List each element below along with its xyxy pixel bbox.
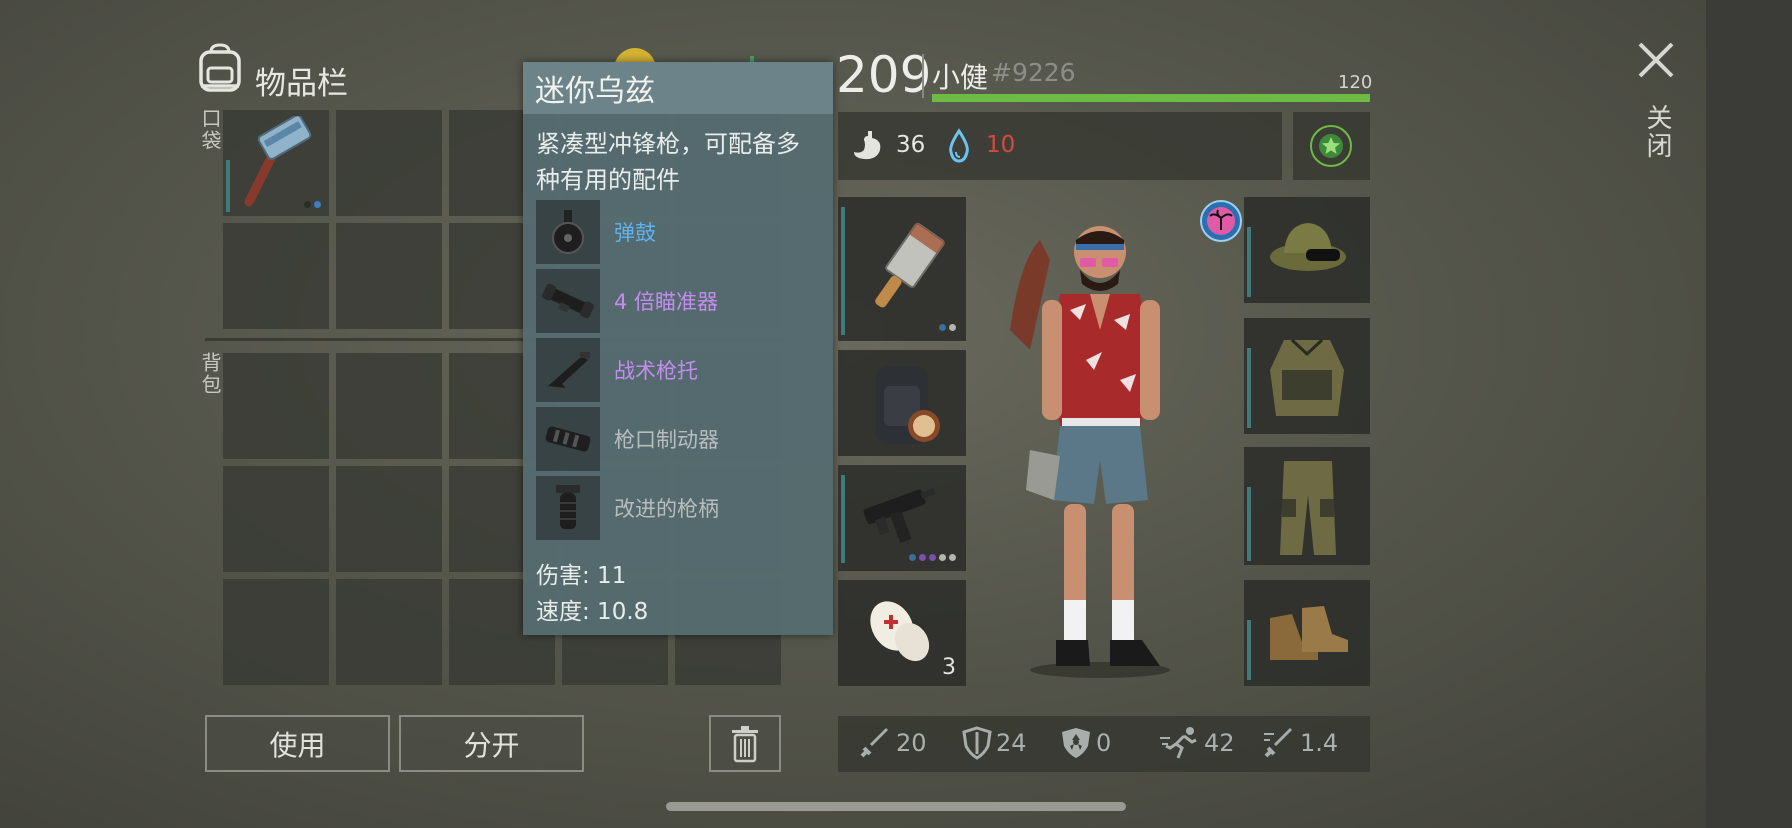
attack-speed-icon (1264, 728, 1292, 758)
close-label[interactable]: 关闭 (1639, 104, 1676, 160)
backpack-slot-2[interactable] (336, 353, 442, 459)
delete-button[interactable] (709, 715, 781, 772)
water-drop-icon (947, 128, 971, 164)
split-button[interactable]: 分开 (399, 715, 584, 772)
stat-attack-speed-value: 1.4 (1300, 729, 1339, 757)
camo-pants-icon (1280, 461, 1336, 555)
bandage-icon (870, 601, 930, 662)
use-button[interactable]: 使用 (205, 715, 390, 772)
health-bar-fill (932, 94, 1370, 102)
close-icon (1638, 42, 1674, 78)
stock-icon (536, 338, 600, 402)
sledgehammer-icon (244, 116, 312, 207)
pocket-label: 口袋 (198, 108, 222, 152)
radiation-shield-icon (1062, 728, 1090, 758)
player-tag: #9226 (991, 58, 1076, 87)
attachment-label-2: 4 倍瞄准器 (614, 290, 719, 314)
grip-icon (536, 476, 600, 540)
melee-weapon-slot[interactable] (838, 197, 966, 341)
attachment-row-2: 4 倍瞄准器 (536, 269, 718, 333)
attachment-label-5: 改进的枪柄 (614, 497, 719, 521)
hunger-value: 36 (896, 132, 926, 158)
scope-icon (536, 269, 600, 333)
star-icon (1310, 125, 1352, 167)
health-max: 120 (1338, 72, 1373, 93)
backpack-slot-6[interactable] (223, 466, 329, 572)
attachment-label-1: 弹鼓 (614, 221, 656, 245)
pocket-slot-7[interactable] (336, 223, 442, 329)
head-slot[interactable] (1244, 197, 1370, 303)
stat-attack-speed: 1.4 (1262, 726, 1338, 760)
drum-magazine-icon (536, 200, 600, 264)
shield-icon (962, 726, 992, 760)
health-bar (932, 94, 1370, 102)
player-name: 小健 (932, 61, 989, 94)
mini-uzi-icon (863, 488, 936, 544)
attachment-row-3: 战术枪托 (536, 338, 698, 402)
camo-jacket-icon (1270, 338, 1344, 416)
stat-defense: 24 (962, 726, 1027, 760)
ranged-weapon-slot[interactable] (838, 465, 966, 571)
stat-attack-value: 20 (896, 729, 927, 757)
tooltip-title: 迷你乌兹 (523, 62, 833, 114)
star-badge-box[interactable] (1293, 112, 1370, 180)
tooltip-damage: 伤害: 11 (536, 563, 627, 589)
stat-armor: 0 (1060, 726, 1111, 760)
item-tooltip: 迷你乌兹 紧凑型冲锋枪，可配备多 种有用的配件 弹鼓 4 倍瞄准器 战术枪托 枪… (523, 62, 833, 635)
stat-speed: 42 (1158, 726, 1235, 760)
torso-slot[interactable] (1244, 318, 1370, 434)
backpack-slot-1[interactable] (223, 353, 329, 459)
palm-tree-badge-icon (1200, 200, 1242, 242)
pocket-slot-2[interactable] (336, 110, 442, 216)
boots-icon (1270, 606, 1348, 660)
consumable-slot[interactable]: 3 (838, 580, 966, 686)
backpack-slot-12[interactable] (336, 579, 442, 685)
consumable-count: 3 (942, 655, 956, 680)
attachment-row-1: 弹鼓 (536, 200, 656, 264)
backpack-slot-7[interactable] (336, 466, 442, 572)
player-character (990, 200, 1210, 680)
pocket-slot-1[interactable] (223, 110, 329, 216)
attachment-label-3: 战术枪托 (614, 359, 698, 383)
stat-attack: 20 (858, 726, 927, 760)
tooltip-description: 紧凑型冲锋枪，可配备多 种有用的配件 (536, 126, 800, 198)
feet-slot[interactable] (1244, 580, 1370, 686)
running-icon (1160, 727, 1197, 759)
inventory-title: 物品栏 (255, 66, 348, 102)
attachment-label-4: 枪口制动器 (614, 428, 719, 452)
backpack-label: 背包 (198, 352, 222, 396)
cleaver-icon (875, 222, 945, 308)
muzzle-brake-icon (536, 407, 600, 471)
tooltip-description-line1: 紧凑型冲锋枪，可配备多 (536, 130, 800, 158)
attachment-row-5: 改进的枪柄 (536, 476, 719, 540)
close-button[interactable] (1636, 40, 1676, 80)
attachment-row-4: 枪口制动器 (536, 407, 719, 471)
sword-icon (860, 728, 888, 758)
home-indicator[interactable] (666, 802, 1126, 811)
header-divider (922, 54, 924, 98)
stat-defense-value: 24 (996, 729, 1027, 757)
backpack-equipment-slot[interactable] (838, 350, 966, 456)
tooltip-description-line2: 种有用的配件 (536, 166, 680, 194)
pocket-slot-6[interactable] (223, 223, 329, 329)
stat-speed-value: 42 (1204, 729, 1235, 757)
legs-slot[interactable] (1244, 447, 1370, 565)
trash-icon (732, 725, 758, 762)
tactical-backpack-icon (876, 366, 940, 444)
side-panel (1706, 0, 1792, 828)
tooltip-speed: 速度: 10.8 (536, 599, 649, 625)
backpack-icon (195, 42, 245, 94)
stat-armor-value: 0 (1096, 729, 1112, 757)
boonie-hat-icon (1270, 223, 1346, 271)
backpack-slot-11[interactable] (223, 579, 329, 685)
stomach-icon (850, 128, 886, 164)
player-level: 209 (836, 46, 932, 104)
thirst-value: 10 (986, 132, 1016, 158)
